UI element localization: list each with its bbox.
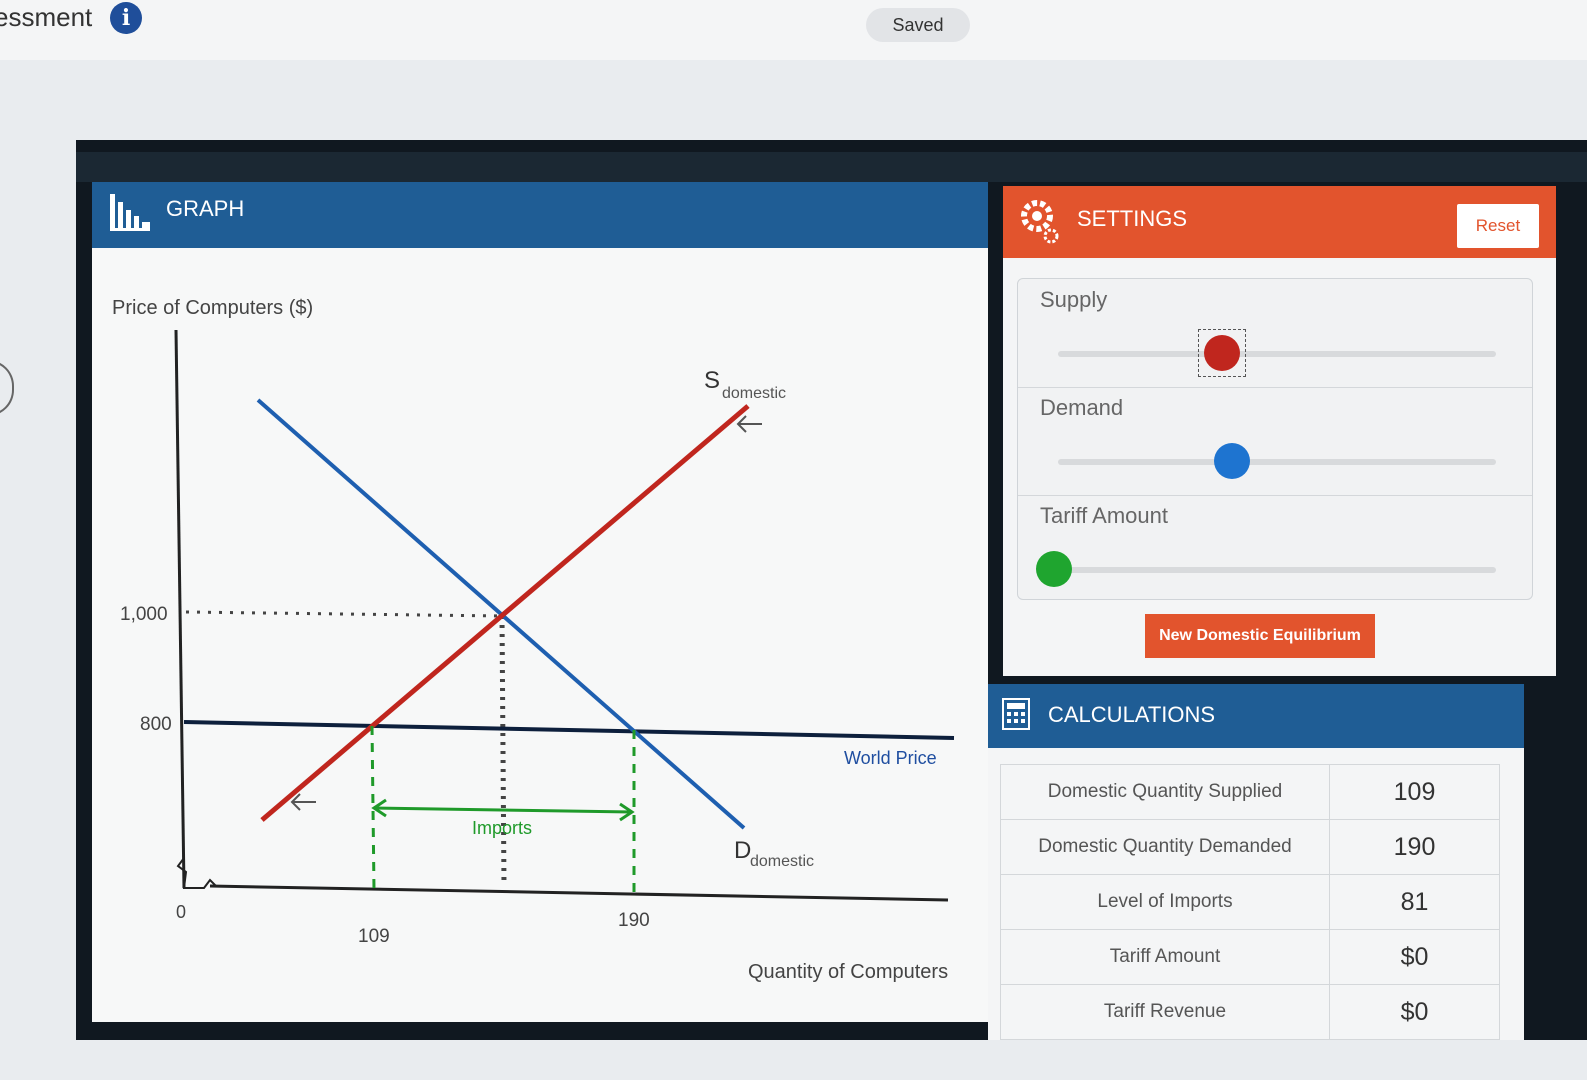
tariff-slider-row: Tariff Amount: [1018, 495, 1532, 603]
demand-slider-track[interactable]: [1058, 459, 1496, 465]
world-price-label: World Price: [844, 748, 937, 768]
imports-arrow: [373, 806, 633, 814]
x-tick-109: 109: [358, 926, 390, 947]
tariff-slider-thumb[interactable]: [1036, 551, 1072, 587]
row-value: 190: [1329, 819, 1500, 875]
new-domestic-equilibrium-button[interactable]: New Domestic Equilibrium: [1145, 614, 1375, 658]
graph-panel: GRAPH Price of Computers ($) Imports S d…: [92, 182, 988, 1022]
supply-curve-subscript: domestic: [722, 385, 786, 402]
supply-slider-thumb[interactable]: [1204, 335, 1240, 371]
demand-curve-subscript: domestic: [750, 853, 814, 870]
origin-label: 0: [176, 902, 186, 922]
row-label: Domestic Quantity Supplied: [1000, 764, 1330, 820]
tariff-slider-track[interactable]: [1058, 567, 1496, 573]
page-title: essment: [0, 2, 93, 32]
frame-strip: [76, 152, 1587, 182]
demand-curve-letter: D: [734, 837, 751, 864]
y-tick-1000: 1,000: [120, 604, 168, 625]
settings-panel: SETTINGS Reset Supply Demand Tariff Amou…: [1003, 186, 1556, 676]
table-row: Level of Imports 81: [1000, 874, 1500, 930]
row-value: $0: [1329, 984, 1500, 1040]
tariff-slider-label: Tariff Amount: [1040, 503, 1168, 528]
table-row: Domestic Quantity Supplied 109: [1000, 764, 1500, 820]
row-label: Level of Imports: [1000, 874, 1330, 930]
supply-demand-chart: Price of Computers ($) Imports S domesti…: [112, 297, 955, 983]
supply-slider-label: Supply: [1040, 287, 1108, 312]
world-price-line: [183, 720, 955, 740]
calculations-table: Domestic Quantity Supplied 109 Domestic …: [1000, 764, 1500, 1040]
supply-slider-row: Supply: [1018, 279, 1532, 388]
reset-button[interactable]: Reset: [1457, 204, 1539, 248]
calculations-header: CALCULATIONS: [988, 684, 1524, 748]
row-value: 81: [1329, 874, 1500, 930]
y-axis: [174, 329, 186, 889]
table-row: Tariff Amount $0: [1000, 929, 1500, 985]
calculations-panel: CALCULATIONS Domestic Quantity Supplied …: [988, 684, 1524, 1040]
supply-drag-arrow-icon[interactable]: [736, 415, 762, 433]
row-value: $0: [1329, 929, 1500, 985]
side-tab-handle[interactable]: [0, 360, 14, 416]
demand-slider-label: Demand: [1040, 395, 1124, 420]
calculations-title: CALCULATIONS: [1048, 702, 1216, 727]
supply-drag-arrow-bottom-icon[interactable]: [290, 793, 316, 811]
table-row: Domestic Quantity Demanded 190: [1000, 819, 1500, 875]
x-axis-label: Quantity of Computers: [748, 961, 948, 983]
settings-header: SETTINGS Reset: [1003, 186, 1556, 258]
table-row: Tariff Revenue $0: [1000, 984, 1500, 1040]
equilibrium-price-guide: [185, 610, 503, 618]
row-value: 109: [1329, 764, 1500, 820]
supply-slider-track[interactable]: [1058, 351, 1496, 357]
y-tick-800: 800: [140, 714, 172, 735]
row-label: Tariff Amount: [1000, 929, 1330, 985]
slider-group: Supply Demand Tariff Amount: [1017, 278, 1533, 600]
row-label: Domestic Quantity Demanded: [1000, 819, 1330, 875]
top-bar: essment i Saved: [0, 0, 1587, 60]
x-axis: [209, 884, 949, 902]
imports-label: Imports: [472, 818, 532, 838]
saved-status-badge: Saved: [866, 8, 970, 42]
gear-icon: [1021, 200, 1059, 244]
row-label: Tariff Revenue: [1000, 984, 1330, 1040]
equilibrium-quantity-guide: [499, 615, 507, 887]
calculator-icon: [1002, 698, 1030, 730]
demand-slider-thumb[interactable]: [1214, 443, 1250, 479]
supply-curve-letter: S: [704, 367, 720, 394]
info-icon[interactable]: i: [110, 2, 142, 34]
settings-title: SETTINGS: [1077, 206, 1188, 231]
demand-slider-row: Demand: [1018, 387, 1532, 496]
y-axis-label: Price of Computers ($): [112, 297, 313, 319]
x-tick-190: 190: [618, 910, 650, 931]
